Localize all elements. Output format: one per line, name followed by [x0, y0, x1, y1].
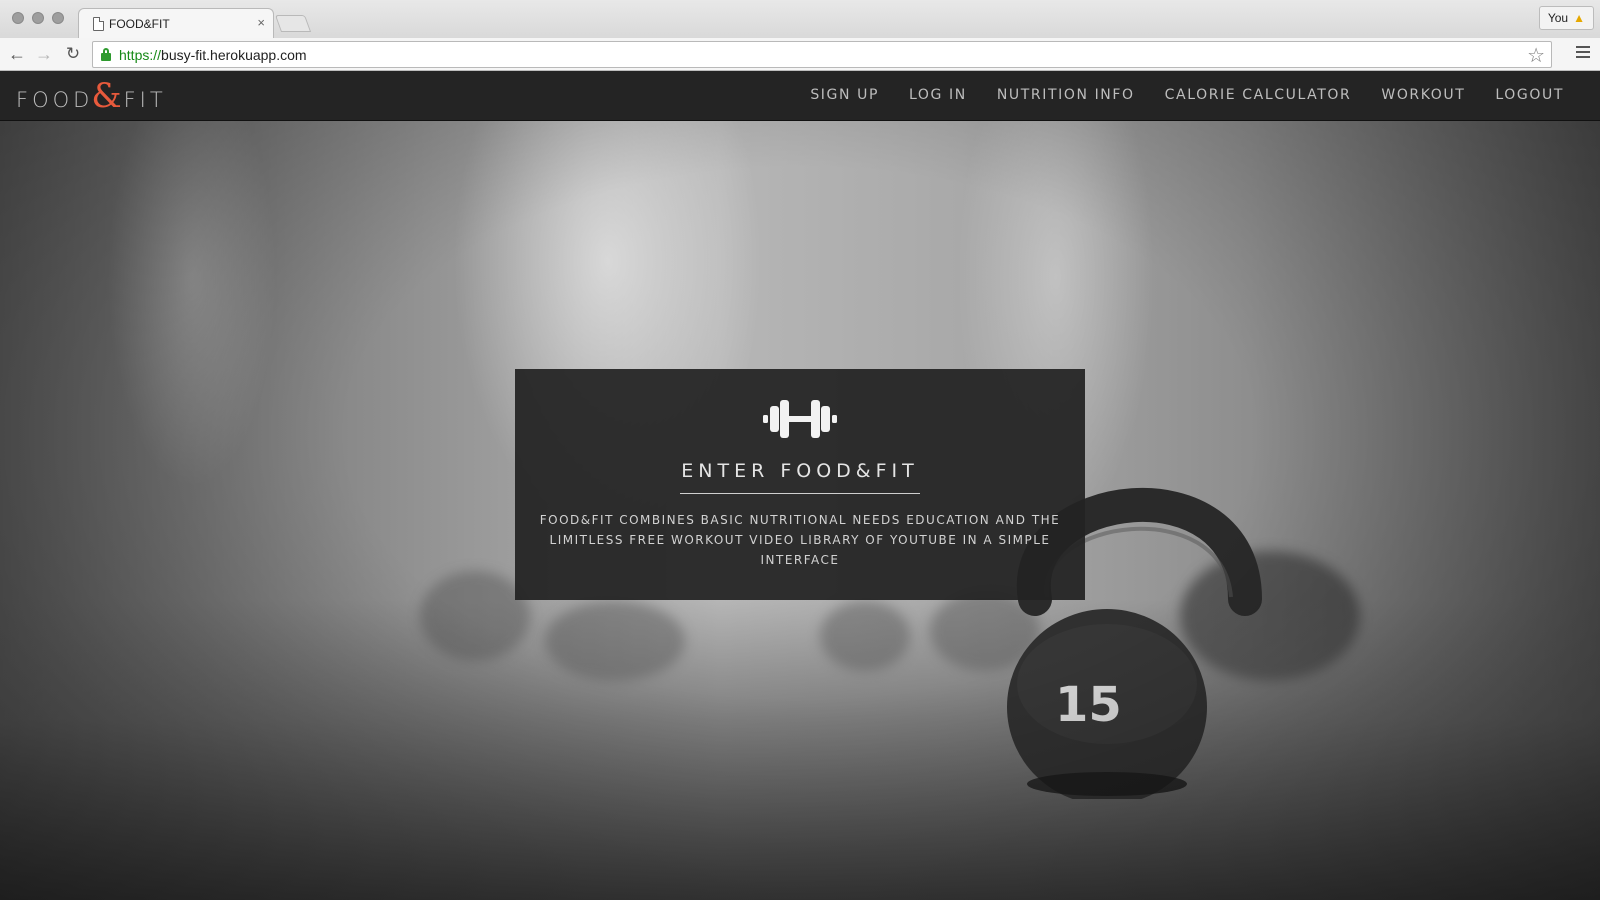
profile-button[interactable]: You ▲	[1538, 6, 1594, 30]
browser-tab[interactable]: FOOD&FIT ×	[78, 8, 274, 39]
enter-title[interactable]: ENTER FOOD&FIT	[515, 460, 1085, 482]
nav-sign-up[interactable]: SIGN UP	[810, 87, 879, 103]
logo-ampersand: &	[91, 76, 122, 116]
url-host: busy-fit.herokuapp.com	[161, 47, 307, 63]
url-text: https://busy-fit.herokuapp.com	[119, 47, 307, 63]
back-arrow-icon[interactable]: ←	[6, 43, 28, 65]
dumbbell-icon	[763, 400, 837, 438]
main-nav: SIGN UP LOG IN NUTRITION INFO CALORIE CA…	[780, 87, 1564, 103]
site-navbar: FOOD & FIT SIGN UP LOG IN NUTRITION INFO…	[0, 71, 1600, 121]
window-minimize-button[interactable]	[32, 12, 44, 24]
bookmark-star-icon[interactable]: ☆	[1527, 43, 1545, 68]
tab-title: FOOD&FIT	[109, 17, 170, 31]
tab-close-icon[interactable]: ×	[257, 15, 265, 30]
window-close-button[interactable]	[12, 12, 24, 24]
hamburger-menu-icon[interactable]	[1576, 46, 1590, 58]
nav-log-in[interactable]: LOG IN	[909, 87, 967, 103]
nav-calorie-calculator[interactable]: CALORIE CALCULATOR	[1165, 87, 1352, 103]
logo-text-food: FOOD	[16, 88, 94, 112]
lock-icon	[101, 48, 111, 61]
new-tab-button[interactable]	[274, 15, 312, 32]
nav-nutrition-info[interactable]: NUTRITION INFO	[997, 87, 1135, 103]
hero-description: FOOD&FIT COMBINES BASIC NUTRITIONAL NEED…	[539, 513, 1061, 567]
window-zoom-button[interactable]	[52, 12, 64, 24]
reload-icon[interactable]: ↻	[62, 43, 84, 65]
site-logo[interactable]: FOOD & FIT	[16, 79, 167, 113]
warning-icon: ▲	[1573, 11, 1585, 25]
nav-logout[interactable]: LOGOUT	[1495, 87, 1564, 103]
browser-toolbar: ← → ↻ https://busy-fit.herokuapp.com ☆	[0, 38, 1600, 71]
forward-arrow-icon[interactable]: →	[33, 43, 55, 65]
logo-text-fit: FIT	[123, 88, 167, 112]
profile-label: You	[1547, 11, 1569, 25]
document-icon	[93, 17, 104, 31]
address-bar[interactable]: https://busy-fit.herokuapp.com ☆	[92, 41, 1552, 68]
nav-workout[interactable]: WORKOUT	[1381, 87, 1465, 103]
title-divider	[680, 493, 920, 494]
url-scheme: https://	[119, 47, 162, 63]
enter-card[interactable]: ENTER FOOD&FIT FOOD&FIT COMBINES BASIC N…	[515, 369, 1085, 600]
browser-tab-bar: FOOD&FIT × You ▲	[0, 0, 1600, 39]
